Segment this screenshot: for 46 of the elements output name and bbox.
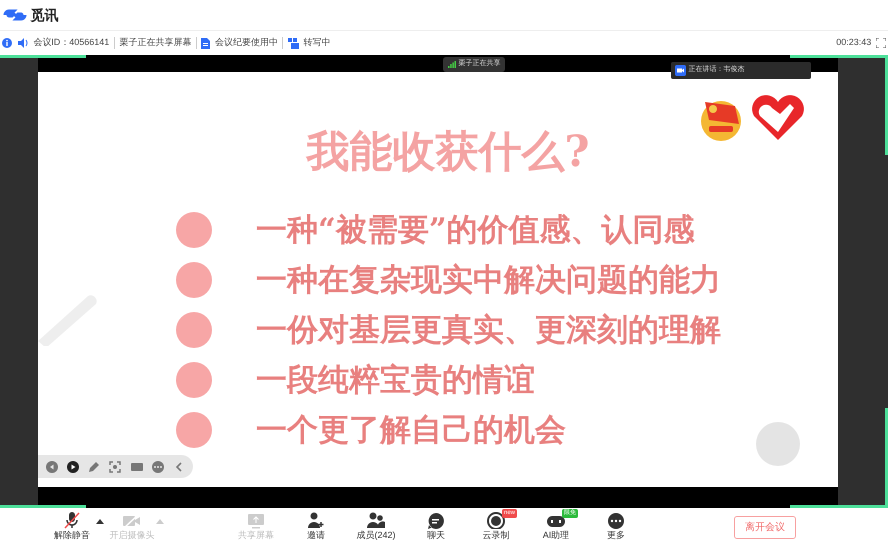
- fullscreen-icon[interactable]: [876, 38, 886, 48]
- speaker-icon[interactable]: [16, 38, 29, 48]
- bullet-dot: [176, 312, 212, 348]
- previous-icon[interactable]: [46, 460, 58, 472]
- caret-icon[interactable]: [96, 519, 104, 524]
- sharing-status: 栗子正在共享屏幕: [119, 36, 192, 50]
- more-icon: [606, 511, 626, 530]
- slide-point: 一种在复杂现实中解决问题的能力: [256, 260, 721, 300]
- record-icon: [486, 511, 506, 530]
- signal-icon: [448, 60, 456, 68]
- transcribe-icon: [288, 38, 299, 48]
- logo-icon: [2, 8, 28, 22]
- video-icon: [675, 65, 686, 76]
- info-icon: [2, 38, 12, 48]
- transcribe-status: 转写中: [303, 36, 330, 50]
- slide-point: 一个更了解自己的机会: [256, 410, 566, 450]
- play-icon[interactable]: [67, 460, 80, 472]
- more-icon[interactable]: [152, 460, 164, 472]
- people-icon: [366, 511, 386, 530]
- minutes-status: 会议纪要使用中: [214, 36, 278, 50]
- toolbar-button[interactable]: 更多: [586, 511, 646, 543]
- share-screen-icon: [246, 511, 266, 530]
- screenshot-icon[interactable]: [109, 460, 122, 472]
- microphone-icon: [62, 511, 82, 530]
- pen-icon[interactable]: [88, 460, 100, 472]
- bullet-dot: [176, 212, 212, 248]
- chat-icon: [426, 511, 446, 530]
- toolbar-button[interactable]: 成员(242): [346, 511, 406, 543]
- slide-title: 我能收获什么?: [304, 126, 591, 179]
- bullet-dot: [176, 362, 212, 398]
- document-icon: [201, 38, 210, 48]
- slide-point: 一种“被需要”的价值感、认同感: [256, 210, 695, 250]
- toolbar-button[interactable]: 邀请: [286, 511, 346, 543]
- app-name: 觅讯: [30, 6, 58, 24]
- slide-point: 一份对基层更真实、更深刻的理解: [256, 310, 721, 350]
- bullet-dot: [176, 262, 212, 298]
- toolbar-button[interactable]: 解除静音: [42, 511, 102, 543]
- meeting-id: 会议ID：40566141: [33, 36, 110, 50]
- bullet-dot: [176, 412, 212, 448]
- heart-hand-icon: [750, 94, 806, 142]
- decor-circle: [756, 422, 800, 466]
- elapsed-time: 00:23:43: [836, 36, 872, 50]
- add-person-icon: [306, 511, 326, 530]
- toolbar-button[interactable]: 聊天: [406, 511, 466, 543]
- slide-point: 一段纯粹宝贵的情谊: [256, 360, 535, 400]
- camera-icon[interactable]: [130, 460, 143, 472]
